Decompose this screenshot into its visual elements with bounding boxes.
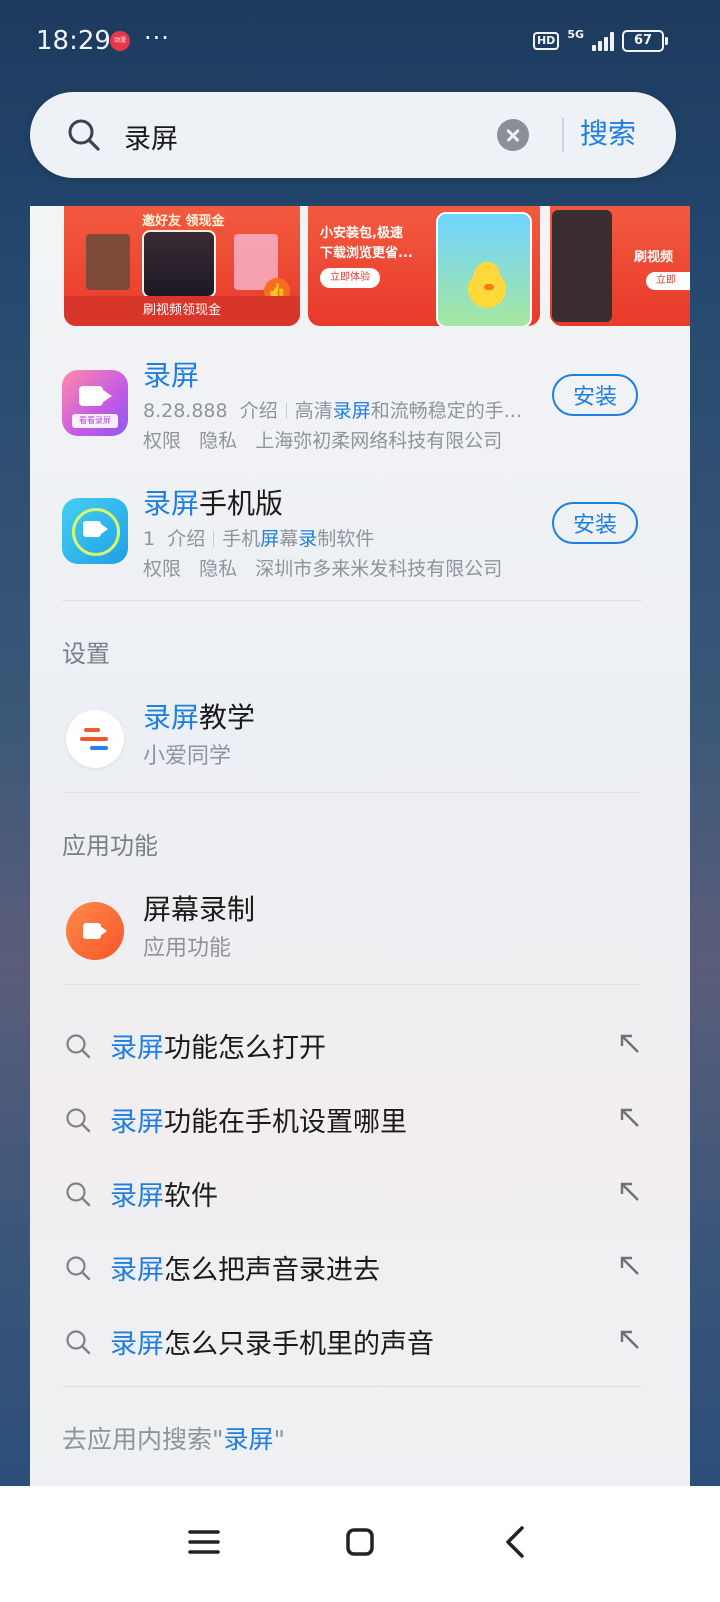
promo-banner-3[interactable]: 刷视频 立即 — [550, 206, 690, 326]
back-icon[interactable] — [484, 1510, 548, 1574]
permissions-link[interactable]: 权限 — [143, 430, 181, 452]
network-type: 5G — [567, 27, 584, 41]
search-icon — [64, 1180, 92, 1208]
app-meta: 1 介绍 手机屏幕录制软件 — [143, 528, 375, 550]
hd-icon: HD — [532, 32, 560, 50]
feature-item-subtitle: 应用功能 — [143, 936, 232, 961]
promo-banner-2[interactable]: 小安装包,极速 下载浏览更省... 立即体验 — [308, 206, 540, 326]
app-result-item[interactable]: 录屏手机版 1 介绍 手机屏幕录制软件 权限 隐私 深圳市多来米发科技有限公司 安… — [60, 487, 660, 600]
divider — [62, 1386, 642, 1387]
suggestion-text: 录屏怎么只录手机里的声音 — [110, 1329, 434, 1360]
search-divider — [562, 118, 564, 152]
suggestion-text: 录屏功能怎么打开 — [110, 1033, 326, 1064]
banner-phone-image — [436, 212, 532, 326]
fill-arrow-icon[interactable] — [616, 1252, 644, 1280]
privacy-link[interactable]: 隐私 — [199, 558, 237, 580]
suggestion-text: 录屏怎么把声音录进去 — [110, 1255, 380, 1286]
more-notifications-icon: ··· — [144, 24, 170, 52]
banner-phone-image — [142, 230, 216, 298]
app-result-item[interactable]: 看看录屏 录屏 8.28.888 介绍 高清录屏和流畅稳定的手... 权限 隐私 … — [60, 359, 660, 472]
suggestion-text: 录屏功能在手机设置哪里 — [110, 1107, 407, 1138]
feature-item-title: 屏幕录制 — [143, 893, 256, 926]
search-icon — [64, 1106, 92, 1134]
banner-cta-button[interactable]: 立即体验 — [320, 268, 380, 288]
status-bar: 18:29 动漫 ··· HD 5G 67 — [0, 0, 720, 86]
settings-result-item[interactable]: 录屏教学 小爱同学 — [60, 701, 660, 792]
app-title: 录屏 — [143, 359, 200, 392]
fill-arrow-icon[interactable] — [616, 1104, 644, 1132]
search-input[interactable] — [122, 112, 486, 160]
install-button[interactable]: 安装 — [552, 502, 638, 544]
search-icon — [64, 1254, 92, 1282]
search-icon — [66, 117, 102, 153]
fill-arrow-icon[interactable] — [616, 1326, 644, 1354]
banner-thumbnail — [86, 234, 130, 290]
banner-text: 小安装包,极速 下载浏览更省... — [320, 226, 413, 261]
banner-text: 刷视频 — [634, 250, 674, 265]
status-time: 18:29 — [36, 26, 111, 56]
banner-phone-image — [552, 210, 612, 322]
settings-item-subtitle: 小爱同学 — [143, 744, 232, 769]
app-title: 录屏手机版 — [143, 487, 284, 520]
home-icon[interactable] — [328, 1510, 392, 1574]
menu-icon[interactable] — [172, 1510, 236, 1574]
clear-icon[interactable] — [497, 119, 529, 151]
xiaoai-assistant-icon — [66, 710, 124, 768]
settings-item-title: 录屏教学 — [143, 701, 256, 734]
in-app-search-link[interactable]: 去应用内搜索"录屏" — [62, 1420, 285, 1456]
divider — [62, 984, 642, 985]
status-indicators: HD 5G 67 — [532, 27, 668, 52]
developer-name: 深圳市多来米发科技有限公司 — [255, 558, 503, 580]
suggestion-item[interactable]: 录屏怎么只录手机里的声音 — [60, 1314, 660, 1368]
divider — [62, 792, 642, 793]
banner-headline: 邀好友 领现金 — [142, 214, 225, 229]
section-title-features: 应用功能 — [62, 832, 158, 860]
navigation-bar — [0, 1486, 720, 1602]
privacy-link[interactable]: 隐私 — [199, 430, 237, 452]
app-developer-row: 权限 隐私 上海弥初柔网络科技有限公司 — [143, 426, 502, 453]
app-meta: 8.28.888 介绍 高清录屏和流畅稳定的手... — [143, 400, 522, 422]
suggestion-item[interactable]: 录屏软件 — [60, 1166, 660, 1220]
promo-banner-1[interactable]: 邀好友 领现金 👍 刷视频领现金 — [64, 206, 300, 326]
screen-recorder-app-icon: 看看录屏 — [62, 370, 128, 436]
search-button[interactable]: 搜索 — [580, 112, 636, 152]
permissions-link[interactable]: 权限 — [143, 558, 181, 580]
signal-icon — [592, 31, 614, 51]
feature-result-item[interactable]: 屏幕录制 应用功能 — [60, 893, 660, 984]
search-icon — [64, 1032, 92, 1060]
banner-caption: 刷视频领现金 — [64, 296, 300, 326]
banner-cta-button[interactable]: 立即 — [646, 272, 690, 290]
section-title-settings: 设置 — [62, 640, 110, 668]
suggestion-text: 录屏软件 — [110, 1181, 218, 1212]
suggestion-item[interactable]: 录屏怎么把声音录进去 — [60, 1240, 660, 1294]
developer-name: 上海弥初柔网络科技有限公司 — [255, 430, 503, 452]
screen-recorder-app-icon — [62, 498, 128, 564]
suggestion-item[interactable]: 录屏功能在手机设置哪里 — [60, 1092, 660, 1146]
app-developer-row: 权限 隐私 深圳市多来米发科技有限公司 — [143, 554, 502, 581]
search-icon — [64, 1328, 92, 1356]
fill-arrow-icon[interactable] — [616, 1030, 644, 1058]
battery-icon: 67 — [622, 30, 668, 52]
notification-app-icon: 动漫 — [110, 31, 130, 51]
fill-arrow-icon[interactable] — [616, 1178, 644, 1206]
install-button[interactable]: 安装 — [552, 374, 638, 416]
suggestion-item[interactable]: 录屏功能怎么打开 — [60, 1018, 660, 1072]
screen-record-icon — [66, 902, 124, 960]
divider — [62, 600, 642, 601]
